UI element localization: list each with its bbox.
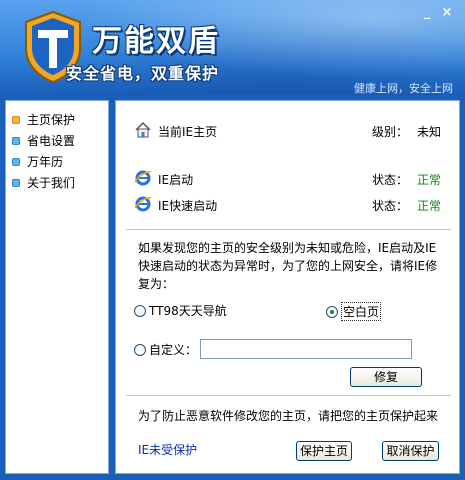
protection-status: IE未受保护 bbox=[138, 443, 198, 457]
option-blank-radio[interactable]: 空白页 bbox=[326, 302, 382, 321]
ie-start-label: IE启动 bbox=[158, 173, 194, 187]
ie-quick-status-key: 状态： bbox=[372, 199, 409, 213]
ie-start-status-value: 正常 bbox=[417, 173, 442, 187]
cancel-protection-button[interactable]: 取消保护 bbox=[382, 441, 439, 461]
close-button[interactable]: × bbox=[439, 6, 455, 20]
app-title: 万能双盾 bbox=[92, 24, 220, 59]
bullet-icon bbox=[12, 157, 20, 166]
sidebar-item-label: 关于我们 bbox=[27, 176, 76, 190]
app-window: 万能双盾 安全省电，双重保护 健康上网，安全上网 _ × 主页保护 省电设置 万… bbox=[0, 0, 465, 480]
protect-tip: 为了防止恶意软件修改您的主页，请把您的主页保护起来 bbox=[138, 409, 439, 423]
sidebar-item-label: 省电设置 bbox=[27, 134, 76, 148]
bullet-icon bbox=[12, 115, 20, 124]
ie-quick-label: IE快速启动 bbox=[158, 199, 218, 213]
repair-notice: 如果发现您的主页的安全级别为未知或危险，IE启动及IE快速启动的状态为异常时，为… bbox=[138, 241, 438, 291]
radio-unchecked-icon bbox=[134, 304, 146, 317]
ie-start-status-key: 状态： bbox=[372, 173, 409, 187]
radio-unchecked-icon bbox=[134, 343, 146, 356]
homepage-row: 当前IE主页 级别： 未知 bbox=[116, 120, 461, 140]
bullet-icon bbox=[12, 136, 20, 145]
radio-checked-icon bbox=[326, 305, 338, 318]
ie-icon bbox=[134, 196, 152, 212]
ie-start-row: IE启动 状态： 正常 bbox=[116, 168, 461, 188]
protect-homepage-button[interactable]: 保护主页 bbox=[296, 441, 352, 461]
sidebar-item-calendar[interactable]: 万年历 bbox=[6, 151, 108, 172]
option-custom-label: 自定义： bbox=[149, 343, 198, 357]
sidebar: 主页保护 省电设置 万年历 关于我们 bbox=[5, 100, 109, 474]
main-panel: 当前IE主页 级别： 未知 IE启动 状态： 正常 IE快速启动 状态： 正常 bbox=[115, 100, 460, 474]
ie-icon bbox=[134, 170, 152, 186]
option-blank-label: 空白页 bbox=[341, 302, 382, 321]
level-key: 级别： bbox=[372, 125, 409, 139]
app-slogan: 安全省电，双重保护 bbox=[66, 64, 220, 83]
sidebar-item-label: 主页保护 bbox=[27, 113, 76, 127]
bullet-icon bbox=[12, 178, 20, 187]
option-tt98-label: TT98天天导航 bbox=[149, 304, 227, 318]
home-icon bbox=[135, 121, 151, 138]
sidebar-item-power-settings[interactable]: 省电设置 bbox=[6, 130, 108, 151]
level-value: 未知 bbox=[417, 125, 442, 139]
sidebar-item-about[interactable]: 关于我们 bbox=[6, 172, 108, 193]
sidebar-item-homepage-protection[interactable]: 主页保护 bbox=[6, 109, 108, 130]
divider bbox=[126, 229, 451, 230]
ie-quick-row: IE快速启动 状态： 正常 bbox=[116, 194, 461, 214]
option-custom-radio[interactable]: 自定义： bbox=[134, 341, 197, 358]
repair-button[interactable]: 修复 bbox=[350, 367, 422, 387]
option-tt98-radio[interactable]: TT98天天导航 bbox=[134, 302, 227, 319]
sidebar-item-label: 万年历 bbox=[27, 155, 64, 169]
divider bbox=[126, 395, 451, 396]
ie-quick-status-value: 正常 bbox=[417, 199, 442, 213]
custom-url-input[interactable] bbox=[200, 339, 412, 359]
minimize-button[interactable]: _ bbox=[419, 6, 435, 20]
homepage-label: 当前IE主页 bbox=[158, 125, 218, 139]
header-tagline: 健康上网，安全上网 bbox=[354, 82, 453, 95]
